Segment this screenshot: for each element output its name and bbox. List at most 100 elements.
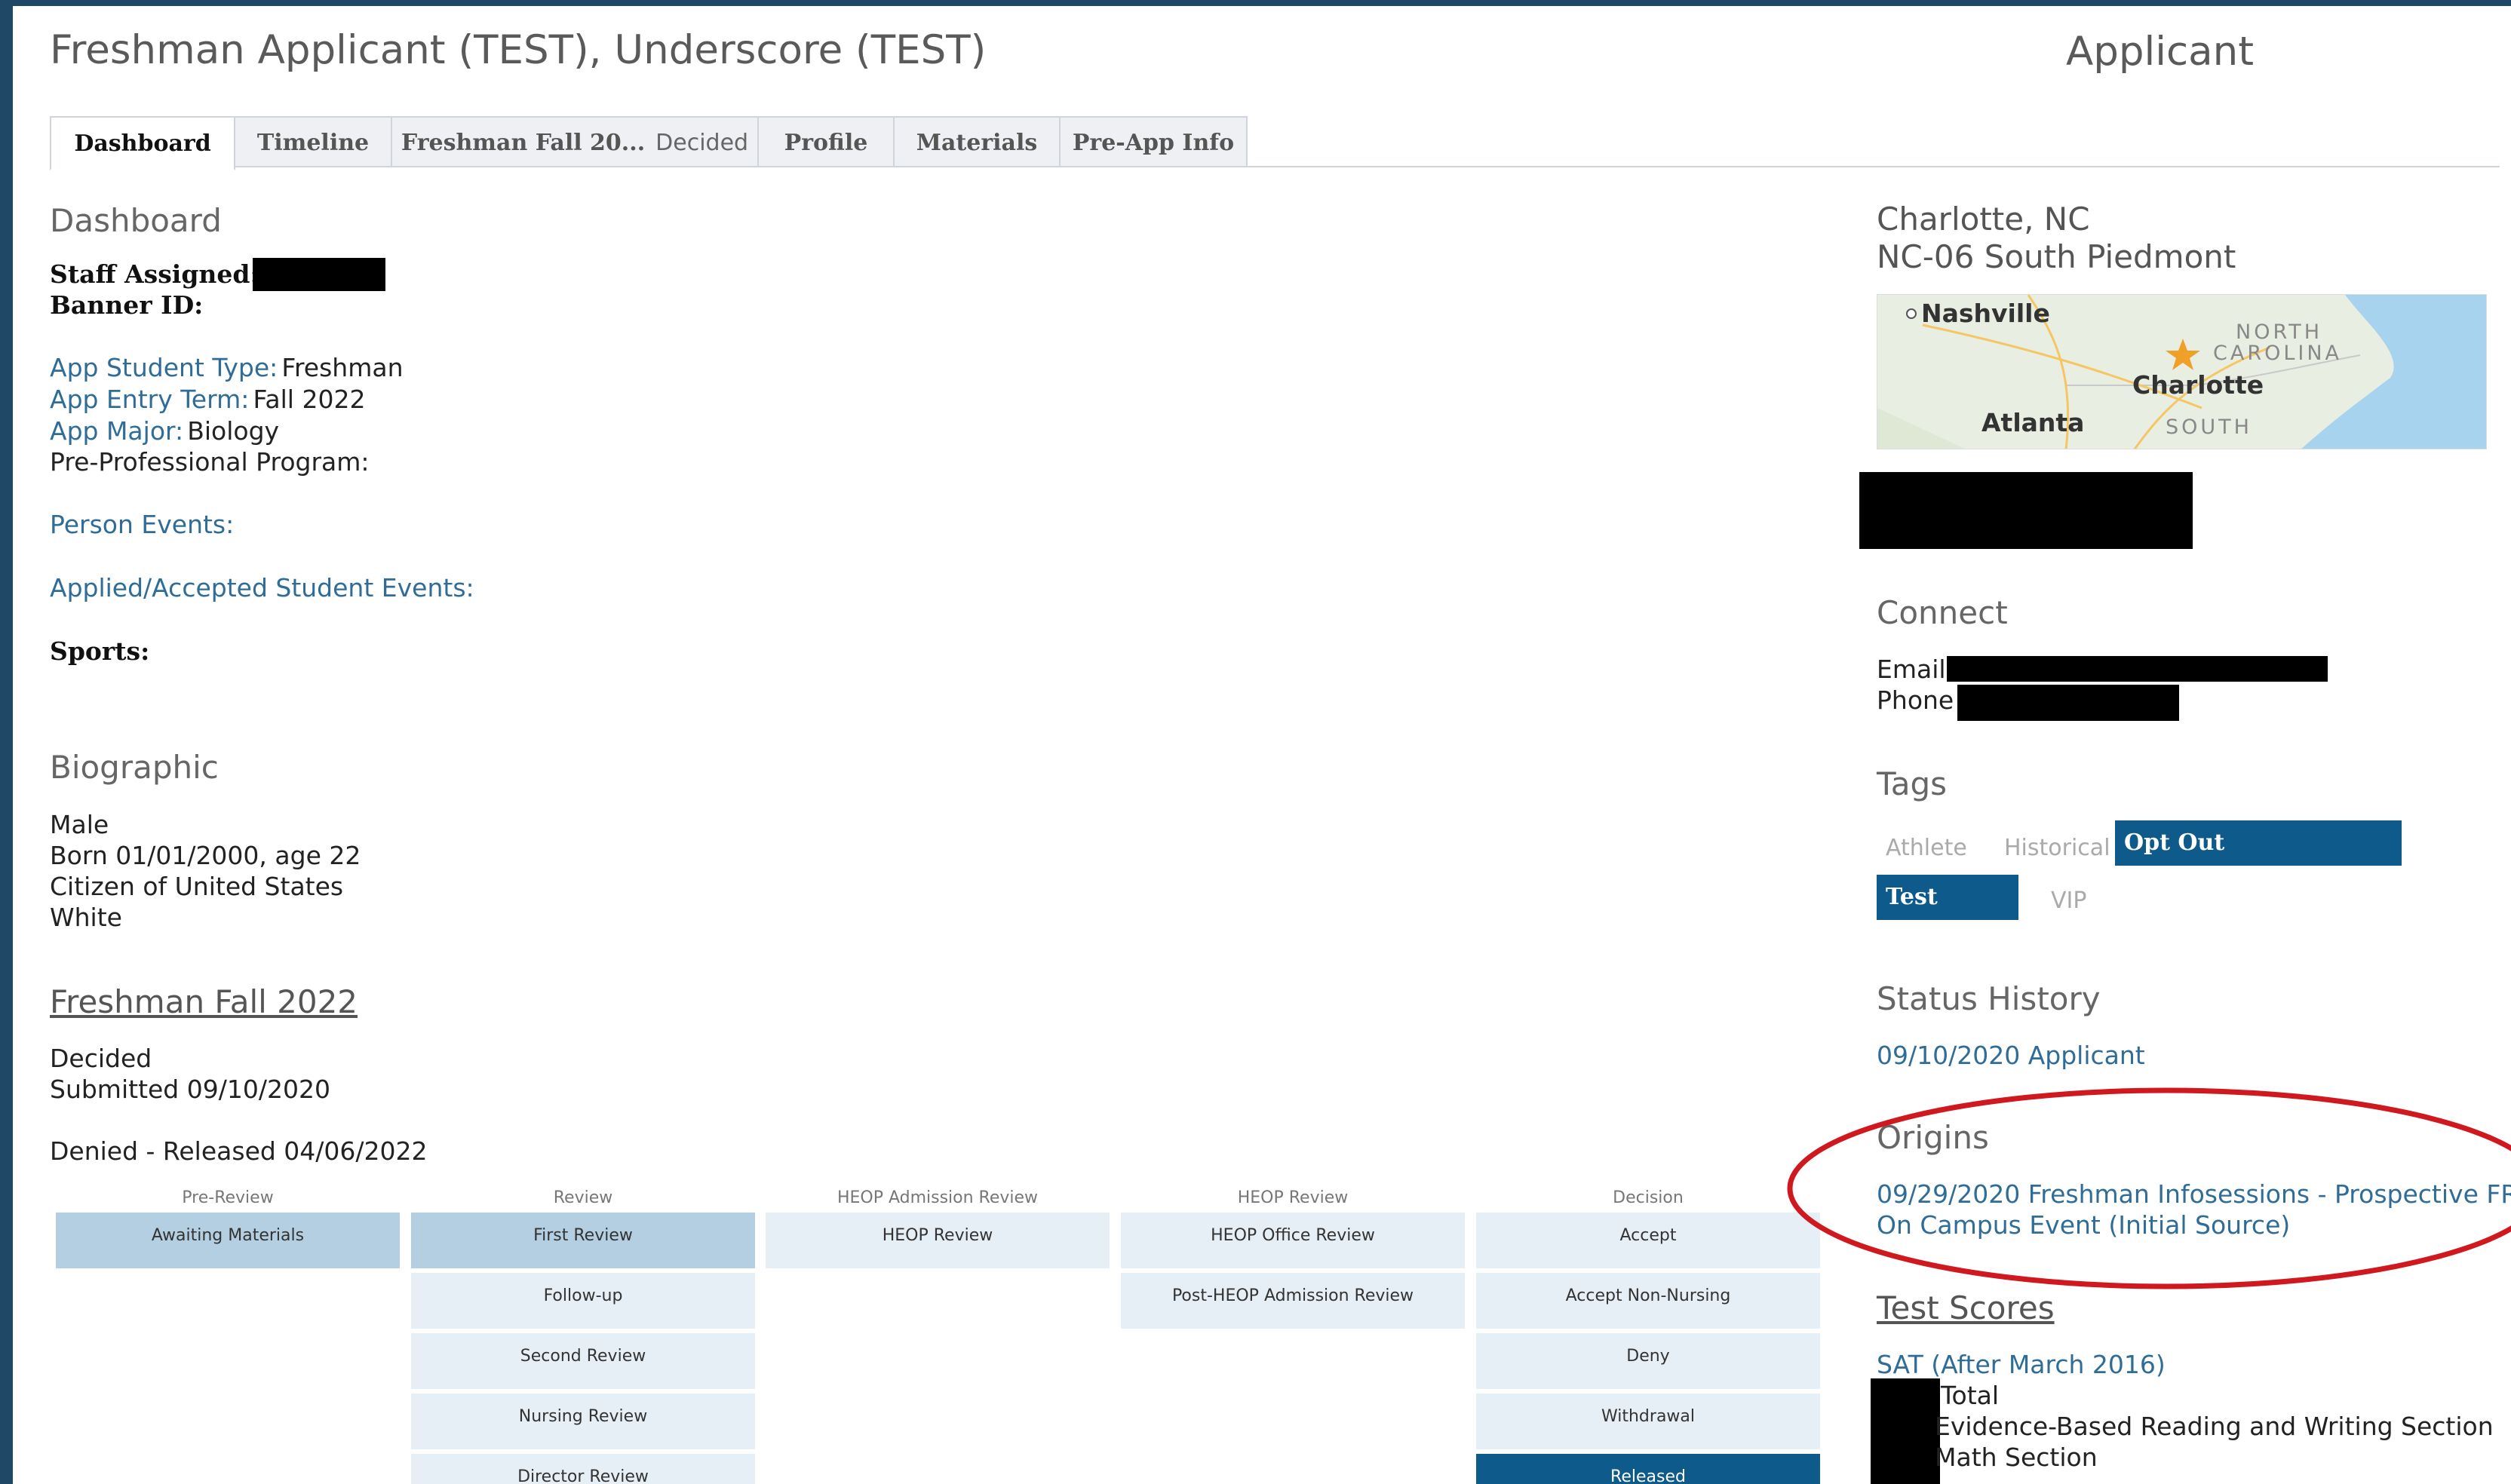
map-label-atlanta: Atlanta [1981, 408, 2085, 437]
stage-label: Post-HEOP Admission Review [1171, 1286, 1414, 1305]
tab-label: Materials [916, 129, 1038, 156]
stage-follow-up[interactable]: Follow-up [411, 1273, 755, 1329]
submitted-date: Submitted 09/10/2020 [50, 1075, 330, 1104]
entry-term-value: Fall 2022 [253, 385, 366, 414]
stage-heop-review[interactable]: HEOP Review [766, 1213, 1110, 1268]
page: Freshman Applicant (TEST), Underscore (T… [13, 6, 2511, 1484]
tab-divider [50, 166, 2500, 167]
stage-label: Director Review [517, 1467, 649, 1484]
location-district: NC-06 South Piedmont [1877, 238, 2236, 275]
record-type-label: Applicant [2066, 29, 2254, 75]
stage-post-heop-admission-review[interactable]: Post-HEOP Admission Review [1121, 1273, 1465, 1329]
stage-header-heop-admission-review: HEOP Admission Review [836, 1188, 1039, 1207]
connect-heading: Connect [1877, 594, 2008, 631]
tag-vip[interactable]: VIP [2042, 879, 2095, 923]
redacted-staff [253, 258, 385, 291]
birth-date: Born 01/01/2000, age 22 [50, 841, 361, 870]
person-events-link[interactable]: Person Events: [50, 510, 234, 539]
status-history-heading: Status History [1877, 980, 2101, 1017]
map-label-south: SOUTH [2166, 415, 2252, 439]
stage-heop-office-review[interactable]: HEOP Office Review [1121, 1213, 1465, 1268]
tab-dashboard[interactable]: Dashboard [50, 116, 235, 170]
student-type-value: Freshman [281, 353, 404, 382]
page-title: Freshman Applicant (TEST), Underscore (T… [50, 27, 987, 73]
test-scores-link[interactable]: Test Scores [1877, 1289, 2055, 1326]
student-type-link[interactable]: App Student Type: [50, 353, 278, 382]
map-label-charlotte: Charlotte [2132, 370, 2264, 400]
score-row-ebrw: Evidence-Based Reading and Writing Secti… [1935, 1412, 2494, 1441]
stage-label: Second Review [520, 1347, 646, 1366]
tags-heading: Tags [1877, 765, 1947, 802]
stage-label: Awaiting Materials [151, 1226, 305, 1245]
location-city: Charlotte, NC [1877, 201, 2090, 238]
stage-withdrawal[interactable]: Withdrawal [1476, 1394, 1820, 1449]
tab-profile[interactable]: Profile [757, 116, 895, 167]
map-label-north: NORTH [2236, 320, 2323, 344]
stage-accept-non-nursing[interactable]: Accept Non-Nursing [1476, 1273, 1820, 1329]
entry-term-row: App Entry Term: Fall 2022 [50, 385, 365, 414]
biographic-heading: Biographic [50, 749, 219, 786]
tab-label: Profile [784, 129, 868, 156]
major-link[interactable]: App Major: [50, 416, 183, 446]
pre-professional-label: Pre-Professional Program: [50, 447, 370, 477]
stage-nursing-review[interactable]: Nursing Review [411, 1394, 755, 1449]
stage-awaiting-materials[interactable]: Awaiting Materials [56, 1213, 400, 1268]
stage-header-heop-review: HEOP Review [1237, 1188, 1349, 1207]
status-history-entry[interactable]: 09/10/2020 Applicant [1877, 1041, 2145, 1070]
tab-materials[interactable]: Materials [893, 116, 1061, 167]
banner-id-label: Banner ID: [50, 290, 204, 320]
tab-label: Timeline [256, 129, 370, 156]
stage-header-decision: Decision [1613, 1188, 1684, 1207]
applied-events-link[interactable]: Applied/Accepted Student Events: [50, 573, 474, 602]
tag-athlete[interactable]: Athlete [1877, 826, 1976, 870]
tab-label: Pre-App Info [1072, 129, 1235, 156]
tab-bar: Dashboard Timeline Freshman Fall 20... D… [50, 116, 1248, 170]
score-row-total: Total [1941, 1381, 2000, 1410]
stage-label: HEOP Office Review [1211, 1226, 1375, 1245]
stage-label: Follow-up [543, 1286, 623, 1305]
tab-timeline[interactable]: Timeline [234, 116, 392, 167]
application-status: Decided [50, 1044, 152, 1073]
stage-first-review[interactable]: First Review [411, 1213, 755, 1268]
tab-label: Dashboard [74, 130, 211, 157]
redacted-scores [1871, 1378, 1940, 1484]
email-label: Email [1877, 655, 1946, 684]
tag-opt-out-communications[interactable]: Opt Out Communications [2115, 820, 2402, 901]
stage-label: Released [1610, 1467, 1686, 1484]
application-link[interactable]: Freshman Fall 2022 [50, 983, 358, 1020]
tab-status-suffix: Decided [655, 129, 749, 156]
entry-term-link[interactable]: App Entry Term: [50, 385, 249, 414]
tag-test-record[interactable]: Test Record [1877, 875, 2018, 955]
redacted-phone [1957, 685, 2179, 721]
stage-director-review[interactable]: Director Review [411, 1454, 755, 1484]
stage-label: Accept Non-Nursing [1565, 1286, 1731, 1305]
tag-historical[interactable]: Historical [1995, 826, 2120, 870]
stage-label: Nursing Review [518, 1407, 648, 1426]
gender: Male [50, 810, 109, 839]
dashboard-heading: Dashboard [50, 202, 222, 239]
stage-second-review[interactable]: Second Review [411, 1333, 755, 1389]
score-row-math: Math Section [1935, 1443, 2098, 1472]
stage-deny[interactable]: Deny [1476, 1333, 1820, 1389]
stage-accept[interactable]: Accept [1476, 1213, 1820, 1268]
map-label-carolina: CAROLINA [2213, 342, 2343, 365]
annotation-ellipse [1787, 1087, 2511, 1289]
citizenship: Citizen of United States [50, 872, 344, 901]
stage-label: First Review [533, 1226, 633, 1245]
location-map[interactable]: Nashville NORTH CAROLINA Charlotte Atlan… [1877, 294, 2487, 449]
sat-test-link[interactable]: SAT (After March 2016) [1877, 1350, 2166, 1379]
map-label-nashville: Nashville [1921, 299, 2050, 328]
stage-released[interactable]: Released [1476, 1454, 1820, 1484]
major-value: Biology [187, 416, 280, 446]
redacted-email [1947, 656, 2328, 682]
race: White [50, 903, 122, 932]
tab-label: Freshman Fall 20... [401, 129, 646, 156]
sports-label: Sports: [50, 636, 150, 666]
stage-label: Withdrawal [1601, 1407, 1696, 1426]
stage-label: HEOP Review [882, 1226, 993, 1245]
tab-pre-app-info[interactable]: Pre-App Info [1059, 116, 1248, 167]
phone-label: Phone [1877, 685, 1954, 715]
tab-application[interactable]: Freshman Fall 20... Decided [391, 116, 759, 167]
decision-status: Denied - Released 04/06/2022 [50, 1136, 428, 1166]
redacted-address [1859, 472, 2193, 549]
